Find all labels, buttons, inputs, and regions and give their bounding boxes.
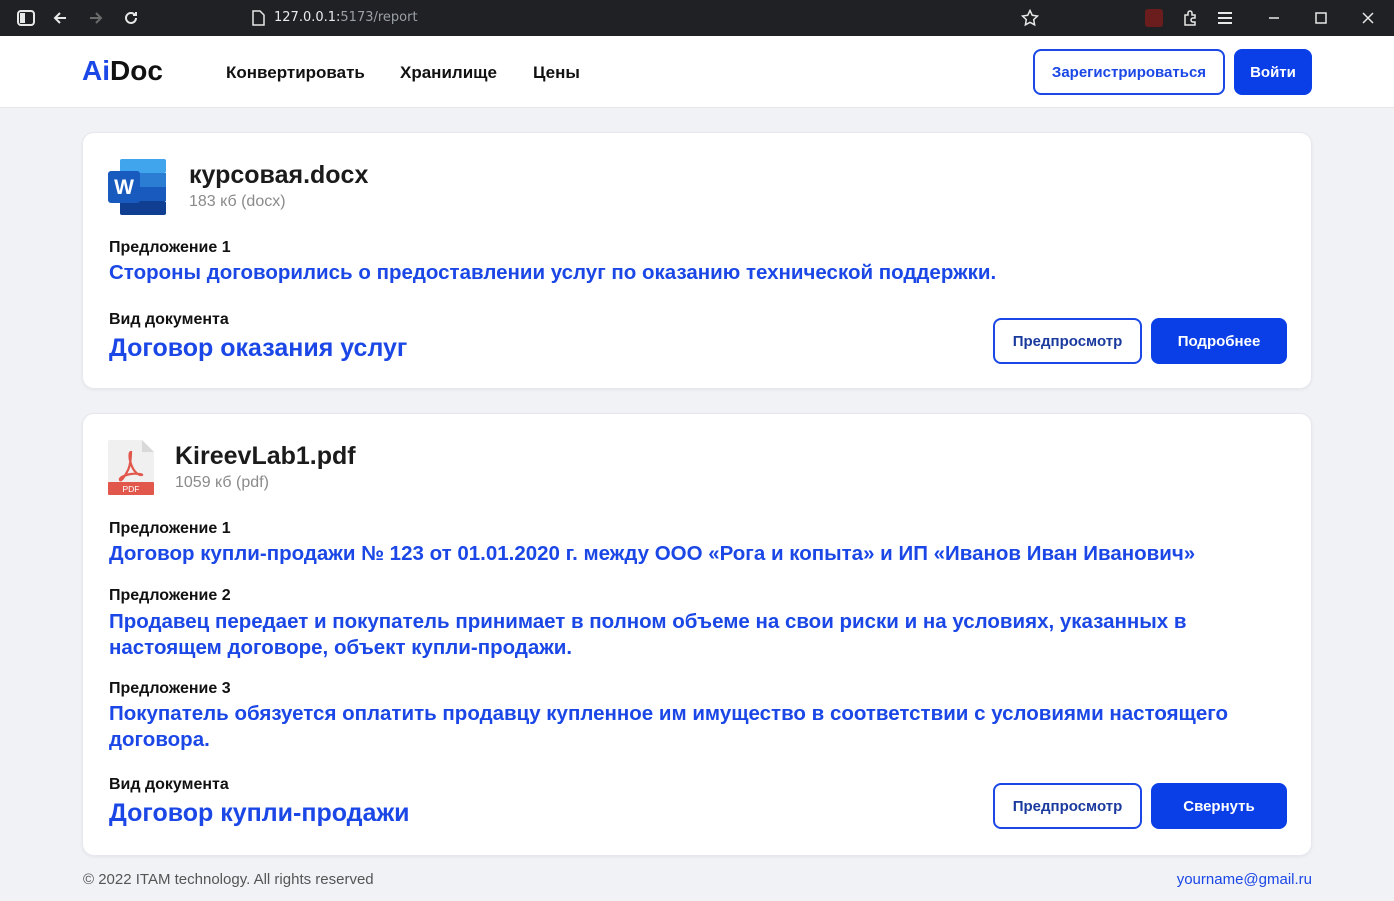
extension-icon[interactable]: [1145, 9, 1163, 27]
maximize-icon[interactable]: [1311, 8, 1331, 28]
footer-copyright: © 2022 ITAM technology. All rights reser…: [83, 871, 374, 888]
document-card: W курсовая.docx 183 кб (docx) Предложени…: [82, 132, 1312, 389]
collapse-button[interactable]: Свернуть: [1151, 783, 1287, 829]
doc-type-value: Договор купли-продажи: [109, 799, 410, 827]
sidebar-toggle-icon[interactable]: [16, 8, 36, 28]
url-path: 5173/report: [340, 10, 418, 25]
logo-text: Doc: [110, 55, 163, 86]
pdf-icon-caption: PDF: [123, 484, 140, 494]
back-arrow-icon[interactable]: [50, 8, 70, 28]
file-size: 1059 кб (pdf): [175, 474, 269, 491]
page-info-icon[interactable]: [248, 8, 268, 28]
sentence-text: Продавец передает и покупатель принимает…: [109, 610, 1187, 659]
sentence-label: Предложение 1: [109, 520, 231, 537]
file-name: KireevLab1.pdf: [175, 442, 356, 470]
nav-convert[interactable]: Конвертировать: [226, 63, 365, 83]
svg-text:W: W: [114, 176, 134, 199]
sentence-label: Предложение 2: [109, 587, 231, 604]
forward-arrow-icon[interactable]: [86, 8, 106, 28]
menu-icon[interactable]: [1215, 8, 1235, 28]
logo[interactable]: AiDoc: [82, 55, 163, 87]
file-size: 183 кб (docx): [189, 193, 286, 210]
reload-icon[interactable]: [121, 8, 141, 28]
sentence-text: Договор купли-продажи № 123 от 01.01.202…: [109, 542, 1196, 565]
nav-storage[interactable]: Хранилище: [400, 63, 497, 83]
details-button[interactable]: Подробнее: [1151, 318, 1287, 364]
logo-accent: Ai: [82, 55, 110, 86]
doc-type-value: Договор оказания услуг: [109, 334, 408, 362]
browser-toolbar: 127.0.0.1:5173/report: [0, 0, 1394, 36]
minimize-icon[interactable]: [1264, 8, 1284, 28]
extensions-puzzle-icon[interactable]: [1180, 8, 1200, 28]
footer-email-link[interactable]: yourname@gmail.ru: [1177, 871, 1312, 888]
sentence-label: Предложение 1: [109, 239, 231, 256]
login-button[interactable]: Войти: [1234, 49, 1312, 95]
nav-prices[interactable]: Цены: [533, 63, 580, 83]
sentence-label: Предложение 3: [109, 680, 231, 697]
sentence-text: Покупатель обязуется оплатить продавцу к…: [109, 702, 1229, 751]
bookmark-star-icon[interactable]: [1020, 8, 1040, 28]
file-name: курсовая.docx: [189, 161, 369, 189]
register-button[interactable]: Зарегистрироваться: [1033, 49, 1225, 95]
site-header: AiDoc Конвертировать Хранилище Цены Заре…: [0, 36, 1394, 108]
doc-type-label: Вид документа: [109, 311, 229, 328]
url-host: 127.0.0.1:: [274, 10, 341, 25]
document-card: PDF KireevLab1.pdf 1059 кб (pdf) Предлож…: [82, 413, 1312, 856]
sentence-text: Стороны договорились о предоставлении ус…: [109, 261, 997, 284]
address-bar[interactable]: 127.0.0.1:5173/report: [274, 10, 418, 25]
preview-button[interactable]: Предпросмотр: [993, 318, 1142, 364]
close-icon[interactable]: [1358, 8, 1378, 28]
doc-type-label: Вид документа: [109, 776, 229, 793]
word-file-icon: W: [108, 159, 168, 215]
preview-button[interactable]: Предпросмотр: [993, 783, 1142, 829]
pdf-file-icon: PDF: [108, 440, 154, 495]
